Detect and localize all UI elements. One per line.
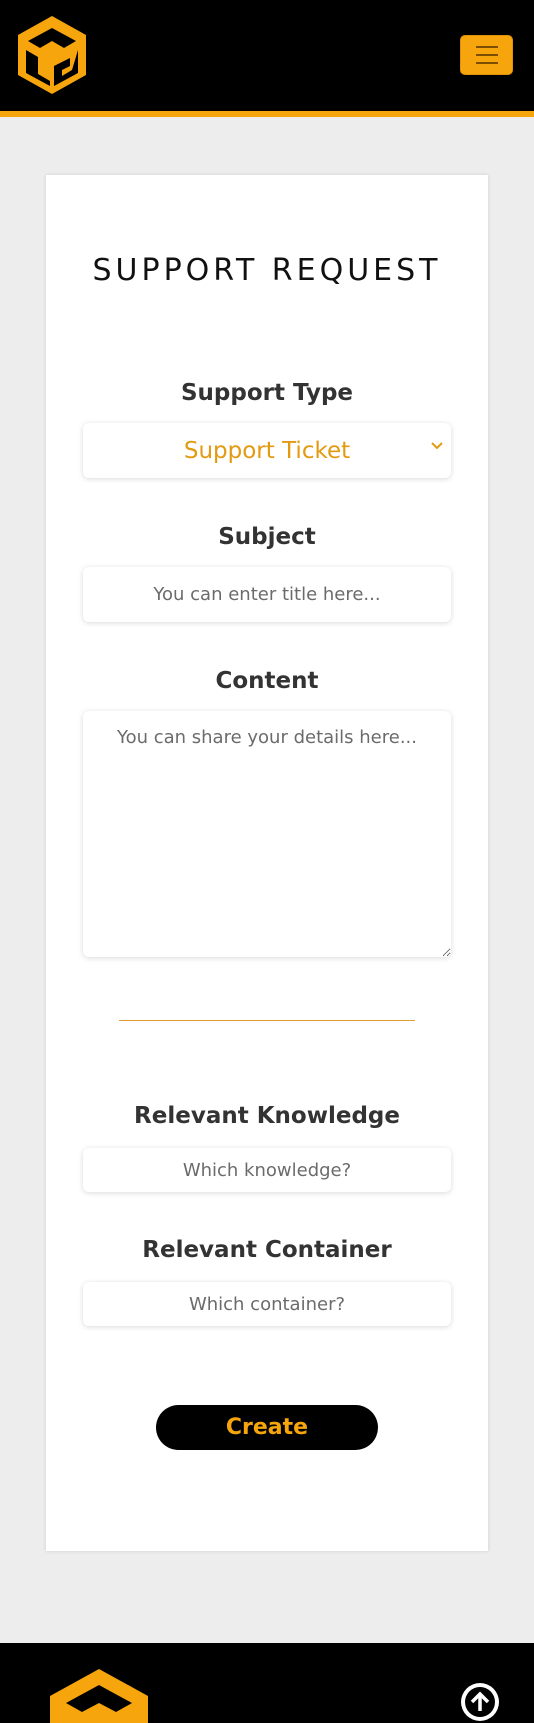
subject-input[interactable]: [83, 567, 451, 622]
relevant-container-label: Relevant Container: [142, 1237, 392, 1263]
relevant-container-input[interactable]: [83, 1282, 451, 1326]
site-footer: [0, 1643, 534, 1723]
section-divider: [119, 1020, 415, 1021]
relevant-knowledge-input[interactable]: [83, 1148, 451, 1192]
subject-label: Subject: [218, 524, 316, 550]
support-type-label: Support Type: [180, 380, 354, 406]
content-textarea[interactable]: [83, 711, 451, 957]
relevant-knowledge-label: Relevant Knowledge: [134, 1103, 400, 1129]
cube-logo-icon[interactable]: [14, 14, 90, 96]
create-button[interactable]: Create: [156, 1405, 378, 1450]
site-header: [0, 0, 534, 117]
support-request-card: SUPPORT REQUEST Support Type Support Tic…: [46, 175, 488, 1551]
cube-logo-icon: [50, 1669, 148, 1723]
scroll-to-top-button[interactable]: [461, 1683, 499, 1721]
support-type-value: Support Ticket: [183, 437, 351, 464]
menu-toggle-button[interactable]: [460, 35, 513, 75]
chevron-down-icon: [431, 442, 443, 450]
page-title: SUPPORT REQUEST: [92, 253, 442, 288]
hamburger-menu-icon: [475, 46, 498, 48]
hamburger-menu-icon: [475, 54, 498, 56]
arrow-up-icon: [465, 1687, 495, 1717]
support-type-select[interactable]: Support Ticket: [83, 423, 451, 478]
content-label: Content: [215, 668, 319, 694]
hamburger-menu-icon: [475, 62, 498, 64]
